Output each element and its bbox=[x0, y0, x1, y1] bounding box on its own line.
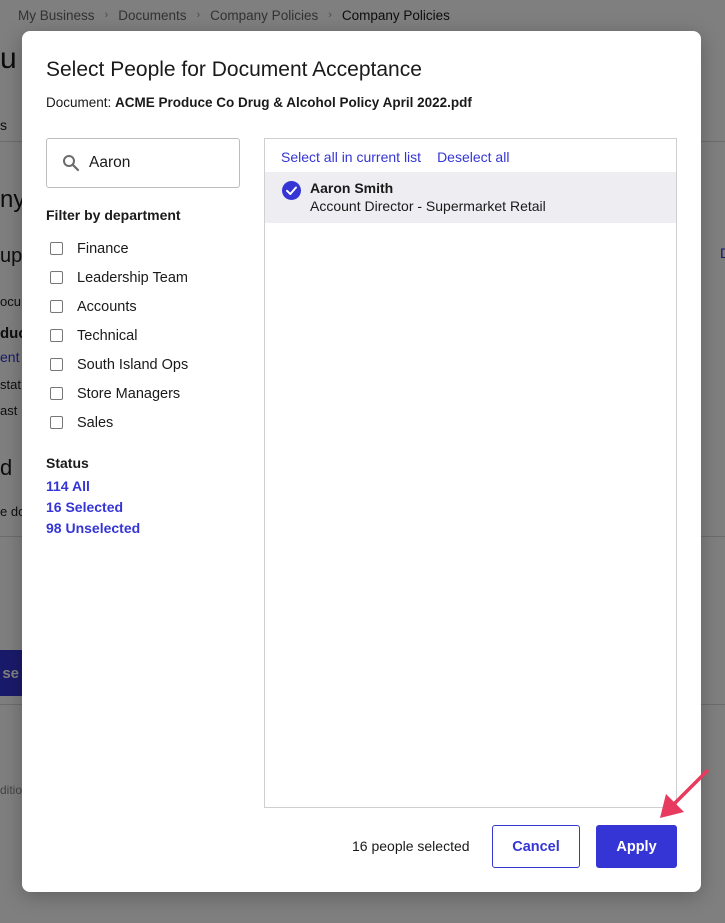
checkbox[interactable] bbox=[50, 358, 63, 371]
deselect-all-link[interactable]: Deselect all bbox=[437, 149, 509, 165]
selected-count: 16 people selected bbox=[352, 838, 470, 854]
person-row[interactable]: Aaron Smith Account Director - Supermark… bbox=[265, 172, 676, 223]
document-name: ACME Produce Co Drug & Alcohol Policy Ap… bbox=[115, 95, 472, 110]
status-filter-list: 114 All 16 Selected 98 Unselected bbox=[46, 475, 140, 538]
search-input[interactable] bbox=[89, 154, 229, 172]
department-filter-south-island-ops[interactable]: South Island Ops bbox=[46, 350, 188, 379]
department-label: Sales bbox=[77, 414, 114, 431]
department-filter-list: Finance Leadership Team Accounts Technic… bbox=[46, 234, 188, 437]
document-info: Document: ACME Produce Co Drug & Alcohol… bbox=[46, 95, 472, 110]
department-label: Accounts bbox=[77, 298, 137, 315]
select-all-link[interactable]: Select all in current list bbox=[281, 149, 421, 165]
department-filter-store-managers[interactable]: Store Managers bbox=[46, 379, 188, 408]
status-filter-all[interactable]: 114 All bbox=[46, 475, 140, 496]
checkbox[interactable] bbox=[50, 242, 63, 255]
dialog-title: Select People for Document Acceptance bbox=[46, 58, 422, 81]
selection-links: Select all in current list Deselect all bbox=[281, 149, 509, 165]
search-icon bbox=[62, 154, 80, 172]
person-name: Aaron Smith bbox=[310, 180, 394, 196]
department-filter-sales[interactable]: Sales bbox=[46, 408, 188, 437]
checkbox[interactable] bbox=[50, 329, 63, 342]
status-heading: Status bbox=[46, 455, 89, 471]
status-filter-unselected[interactable]: 98 Unselected bbox=[46, 517, 140, 538]
select-people-dialog: Select People for Document Acceptance Do… bbox=[22, 31, 701, 892]
cancel-button[interactable]: Cancel bbox=[492, 825, 580, 868]
checkbox[interactable] bbox=[50, 300, 63, 313]
department-label: South Island Ops bbox=[77, 356, 189, 373]
search-field[interactable] bbox=[46, 138, 240, 188]
document-label: Document: bbox=[46, 95, 112, 110]
checked-circle-icon[interactable] bbox=[282, 181, 301, 200]
apply-button[interactable]: Apply bbox=[596, 825, 677, 868]
department-filter-leadership-team[interactable]: Leadership Team bbox=[46, 263, 188, 292]
department-filter-finance[interactable]: Finance bbox=[46, 234, 188, 263]
department-filter-technical[interactable]: Technical bbox=[46, 321, 188, 350]
people-list-panel: Select all in current list Deselect all … bbox=[264, 138, 677, 808]
filter-heading: Filter by department bbox=[46, 207, 181, 223]
checkbox[interactable] bbox=[50, 387, 63, 400]
status-filter-selected[interactable]: 16 Selected bbox=[46, 496, 140, 517]
department-label: Technical bbox=[77, 327, 138, 344]
department-label: Leadership Team bbox=[77, 269, 188, 286]
department-filter-accounts[interactable]: Accounts bbox=[46, 292, 188, 321]
department-label: Finance bbox=[77, 240, 129, 257]
checkbox[interactable] bbox=[50, 271, 63, 284]
checkbox[interactable] bbox=[50, 416, 63, 429]
department-label: Store Managers bbox=[77, 385, 181, 402]
person-role: Account Director - Supermarket Retail bbox=[310, 198, 546, 214]
